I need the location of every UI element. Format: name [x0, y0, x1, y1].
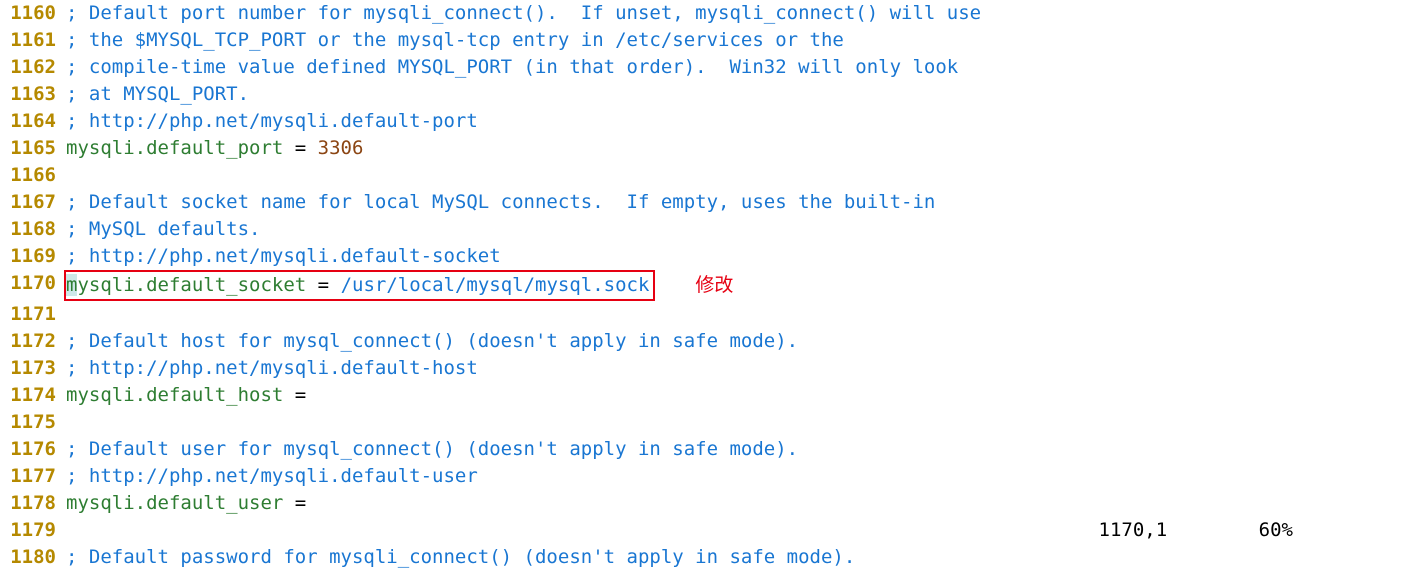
ini-key: ysqli.default_socket — [77, 274, 306, 296]
line-content[interactable]: ; http://php.net/mysqli.default-port — [66, 108, 1403, 135]
ini-key: mysqli.default_host — [66, 384, 283, 406]
line-number: 1173 — [0, 355, 66, 382]
code-line[interactable]: 1160; Default port number for mysqli_con… — [0, 0, 1403, 27]
line-content[interactable]: mysqli.default_socket = /usr/local/mysql… — [66, 270, 1403, 301]
code-line[interactable]: 1171 — [0, 301, 1403, 328]
line-number: 1168 — [0, 216, 66, 243]
line-content[interactable]: ; http://php.net/mysqli.default-host — [66, 355, 1403, 382]
ini-value: 3306 — [318, 137, 364, 159]
code-line[interactable]: 1167; Default socket name for local MySQ… — [0, 189, 1403, 216]
line-number: 1162 — [0, 54, 66, 81]
line-number: 1177 — [0, 463, 66, 490]
code-line[interactable]: 1176; Default user for mysql_connect() (… — [0, 436, 1403, 463]
code-area[interactable]: 1160; Default port number for mysqli_con… — [0, 0, 1403, 571]
scroll-percent: 60% — [1259, 519, 1293, 541]
code-line[interactable]: 1164; http://php.net/mysqli.default-port — [0, 108, 1403, 135]
highlight-box: mysqli.default_socket = /usr/local/mysql… — [64, 270, 655, 301]
comment-text: ; Default password for mysqli_connect() … — [66, 546, 855, 568]
line-number: 1161 — [0, 27, 66, 54]
ini-value: /usr/local/mysql/mysql.sock — [341, 274, 650, 296]
line-number: 1163 — [0, 81, 66, 108]
code-line[interactable]: 1161; the $MYSQL_TCP_PORT or the mysql-t… — [0, 27, 1403, 54]
line-content[interactable]: mysqli.default_host = — [66, 382, 1403, 409]
comment-text: ; http://php.net/mysqli.default-host — [66, 357, 478, 379]
comment-text: ; at MYSQL_PORT. — [66, 83, 249, 105]
comment-text: ; Default socket name for local MySQL co… — [66, 191, 935, 213]
comment-text: ; the $MYSQL_TCP_PORT or the mysql-tcp e… — [66, 29, 844, 51]
line-number: 1164 — [0, 108, 66, 135]
line-number: 1165 — [0, 135, 66, 162]
cursor-char: m — [66, 274, 77, 296]
ini-key: mysqli.default_user — [66, 492, 283, 514]
line-content[interactable]: ; MySQL defaults. — [66, 216, 1403, 243]
comment-text: ; Default host for mysql_connect() (does… — [66, 330, 798, 352]
line-number: 1171 — [0, 301, 66, 328]
code-line[interactable]: 1173; http://php.net/mysqli.default-host — [0, 355, 1403, 382]
ini-separator: = — [283, 384, 306, 406]
code-line[interactable]: 1172; Default host for mysql_connect() (… — [0, 328, 1403, 355]
comment-text: ; Default user for mysql_connect() (does… — [66, 438, 798, 460]
line-content[interactable]: ; http://php.net/mysqli.default-socket — [66, 243, 1403, 270]
line-content[interactable] — [66, 409, 1403, 436]
line-number: 1174 — [0, 382, 66, 409]
line-number: 1178 — [0, 490, 66, 517]
line-number: 1170 — [0, 270, 66, 301]
status-bar: 1170,1 60% — [1053, 490, 1403, 571]
code-line[interactable]: 1169; http://php.net/mysqli.default-sock… — [0, 243, 1403, 270]
line-content[interactable]: ; http://php.net/mysqli.default-user — [66, 463, 1403, 490]
annotation-label: 修改 — [695, 274, 733, 296]
code-line[interactable]: 1175 — [0, 409, 1403, 436]
line-number: 1176 — [0, 436, 66, 463]
editor-viewport[interactable]: 1160; Default port number for mysqli_con… — [0, 0, 1403, 577]
ini-separator: = — [283, 137, 317, 159]
line-content[interactable] — [66, 162, 1403, 189]
line-content[interactable]: ; compile-time value defined MYSQL_PORT … — [66, 54, 1403, 81]
ini-key: mysqli.default_port — [66, 137, 283, 159]
line-number: 1160 — [0, 0, 66, 27]
comment-text: ; http://php.net/mysqli.default-socket — [66, 245, 501, 267]
code-line[interactable]: 1162; compile-time value defined MYSQL_P… — [0, 54, 1403, 81]
code-line[interactable]: 1166 — [0, 162, 1403, 189]
line-content[interactable]: ; the $MYSQL_TCP_PORT or the mysql-tcp e… — [66, 27, 1403, 54]
line-number: 1172 — [0, 328, 66, 355]
cursor-position: 1170,1 — [1099, 519, 1168, 541]
ini-separator: = — [283, 492, 306, 514]
comment-text: ; http://php.net/mysqli.default-user — [66, 465, 478, 487]
line-content[interactable]: ; at MYSQL_PORT. — [66, 81, 1403, 108]
code-line[interactable]: 1170mysqli.default_socket = /usr/local/m… — [0, 270, 1403, 301]
code-line[interactable]: 1165mysqli.default_port = 3306 — [0, 135, 1403, 162]
line-content[interactable]: ; Default user for mysql_connect() (does… — [66, 436, 1403, 463]
line-number: 1169 — [0, 243, 66, 270]
code-line[interactable]: 1177; http://php.net/mysqli.default-user — [0, 463, 1403, 490]
comment-text: ; MySQL defaults. — [66, 218, 260, 240]
comment-text: ; http://php.net/mysqli.default-port — [66, 110, 478, 132]
line-number: 1179 — [0, 517, 66, 544]
comment-text: ; Default port number for mysqli_connect… — [66, 2, 981, 24]
line-content[interactable]: ; Default host for mysql_connect() (does… — [66, 328, 1403, 355]
code-line[interactable]: 1174mysqli.default_host = — [0, 382, 1403, 409]
code-line[interactable]: 1168; MySQL defaults. — [0, 216, 1403, 243]
line-content[interactable] — [66, 301, 1403, 328]
ini-separator: = — [306, 274, 340, 296]
line-content[interactable]: ; Default socket name for local MySQL co… — [66, 189, 1403, 216]
line-number: 1167 — [0, 189, 66, 216]
line-content[interactable]: ; Default port number for mysqli_connect… — [66, 0, 1403, 27]
line-number: 1166 — [0, 162, 66, 189]
comment-text: ; compile-time value defined MYSQL_PORT … — [66, 56, 958, 78]
code-line[interactable]: 1163; at MYSQL_PORT. — [0, 81, 1403, 108]
line-content[interactable]: mysqli.default_port = 3306 — [66, 135, 1403, 162]
line-number: 1175 — [0, 409, 66, 436]
line-number: 1180 — [0, 544, 66, 571]
